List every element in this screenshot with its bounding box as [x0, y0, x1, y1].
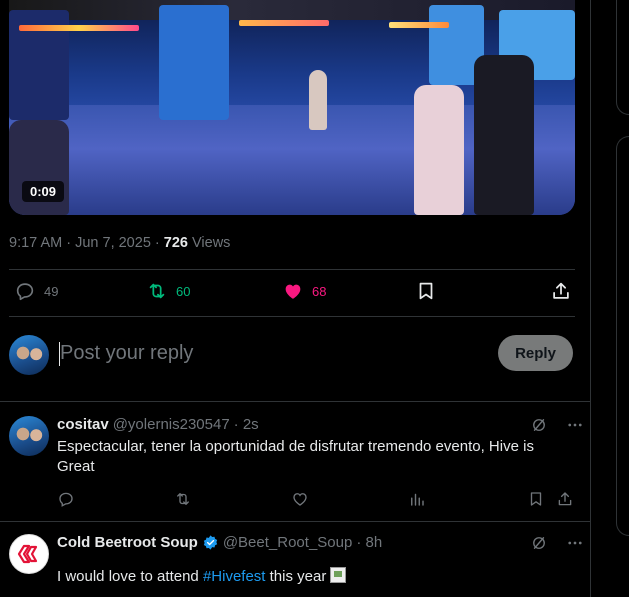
reply-count: 49: [44, 283, 59, 299]
more-icon[interactable]: [566, 416, 584, 434]
views-action[interactable]: [408, 490, 426, 513]
meta-separator: ·: [62, 235, 76, 251]
divider: [0, 401, 591, 402]
sidebar-card: [616, 0, 629, 115]
video-duration-badge: 0:09: [22, 181, 65, 202]
reply-text-end: this year: [265, 568, 327, 585]
broken-image-icon: [330, 567, 347, 583]
hive-logo-icon: [17, 544, 38, 564]
reply-time[interactable]: · 2s: [234, 416, 259, 433]
reply-top-icons: [530, 534, 584, 552]
post-detail-column: 0:09 9:17 AM · Jun 7, 2025 · 726 Views 4…: [0, 0, 591, 597]
repost-count: 60: [176, 283, 191, 299]
video-lights: [19, 25, 139, 31]
video-pillar: [159, 5, 229, 120]
post-actions: 49 60 68: [9, 280, 575, 306]
share-icon: [553, 282, 569, 299]
bookmark-action[interactable]: [415, 280, 437, 302]
verified-badge-icon[interactable]: [202, 534, 219, 551]
post-date[interactable]: Jun 7, 2025: [75, 235, 151, 251]
post-time[interactable]: 9:17 AM: [9, 235, 62, 251]
share-icon: [558, 492, 572, 506]
grok-icon[interactable]: [530, 534, 548, 552]
repost-icon: [177, 493, 189, 505]
reply-button[interactable]: Reply: [498, 335, 573, 371]
bookmark-action[interactable]: [527, 490, 545, 513]
post-meta: 9:17 AM · Jun 7, 2025 · 726 Views: [9, 235, 230, 251]
heart-icon: [293, 493, 307, 506]
reply-header: cositav @yolernis230547 · 2s: [57, 416, 259, 433]
bookmark-icon: [419, 282, 433, 300]
views-count: 726: [163, 235, 188, 251]
reply-time[interactable]: · 8h: [356, 534, 382, 551]
avatar[interactable]: [9, 534, 49, 574]
reply-icon: [59, 492, 73, 507]
reply-item[interactable]: cositav @yolernis230547 · 2s Espectacula…: [0, 416, 591, 521]
video-lights: [389, 22, 449, 28]
divider: [0, 521, 591, 522]
repost-icon: [149, 283, 165, 299]
share-action[interactable]: [550, 280, 572, 302]
bookmark-icon: [530, 492, 542, 506]
grok-icon[interactable]: [530, 416, 548, 434]
avatar[interactable]: [9, 335, 49, 375]
author-name[interactable]: cositav: [57, 416, 109, 433]
reply-action[interactable]: [57, 490, 75, 513]
meta-separator: ·: [150, 235, 164, 251]
like-action[interactable]: [291, 490, 309, 513]
sidebar-card: [616, 136, 629, 536]
video-person: [474, 55, 534, 215]
reply-text: I would love to attend #Hivefest this ye…: [57, 567, 567, 587]
like-count: 68: [312, 283, 327, 299]
author-handle[interactable]: @Beet_Root_Soup: [223, 534, 353, 551]
reply-composer: Post your reply Reply: [0, 318, 591, 402]
divider: [9, 316, 575, 317]
reply-input[interactable]: Post your reply: [60, 342, 193, 365]
video-sky: [9, 0, 575, 20]
like-action[interactable]: 68: [282, 280, 326, 302]
avatar[interactable]: [9, 416, 49, 456]
reply-header: Cold Beetroot Soup @Beet_Root_Soup · 8h: [57, 534, 382, 551]
reply-text-start: I would love to attend: [57, 568, 203, 585]
reply-actions: [57, 490, 577, 510]
video-lights: [239, 20, 329, 26]
video-person: [414, 85, 464, 215]
author-name[interactable]: Cold Beetroot Soup: [57, 534, 198, 551]
reply-text: Espectacular, tener la oportunidad de di…: [57, 438, 534, 475]
reply-item[interactable]: Cold Beetroot Soup @Beet_Root_Soup · 8h …: [0, 534, 591, 597]
right-sidebar-edge: [592, 0, 629, 597]
divider: [9, 269, 575, 270]
video-player[interactable]: [9, 0, 575, 215]
reply-action[interactable]: 49: [14, 280, 58, 302]
repost-action[interactable]: [174, 490, 192, 513]
hashtag-link[interactable]: #Hivefest: [203, 568, 266, 585]
heart-filled-icon: [285, 284, 301, 299]
more-icon[interactable]: [566, 534, 584, 552]
video-person: [309, 70, 327, 130]
analytics-icon: [411, 493, 424, 506]
views-label: Views: [187, 235, 231, 251]
repost-action[interactable]: 60: [146, 280, 190, 302]
reply-icon: [16, 283, 34, 301]
share-action[interactable]: [556, 490, 574, 513]
author-handle[interactable]: @yolernis230547: [113, 416, 230, 433]
reply-top-icons: [530, 416, 584, 434]
